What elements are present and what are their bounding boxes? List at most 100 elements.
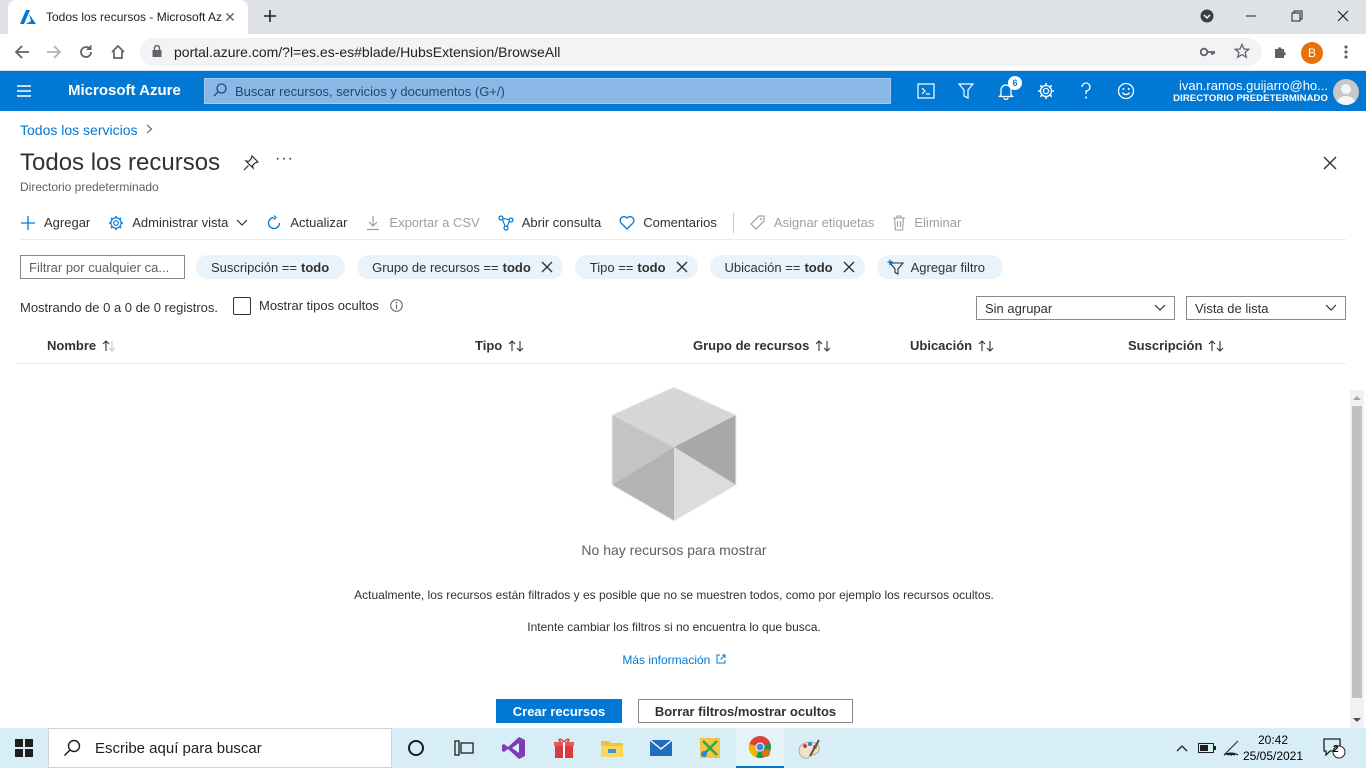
scrollbar-thumb[interactable] bbox=[1352, 406, 1362, 698]
key-icon[interactable] bbox=[1199, 45, 1216, 60]
filter-pill-subscription[interactable]: Suscripción == todo bbox=[196, 255, 346, 279]
column-header-location[interactable]: Ubicación bbox=[910, 338, 994, 353]
show-hidden-label[interactable]: Mostrar tipos ocultos bbox=[259, 298, 379, 313]
column-header-label: Nombre bbox=[47, 338, 97, 353]
restore-icon[interactable] bbox=[1274, 0, 1320, 32]
column-header-name[interactable]: Nombre bbox=[47, 338, 116, 353]
user-account[interactable]: ivan.ramos.guijarro@ho... DIRECTORIO PRE… bbox=[1160, 78, 1328, 104]
window-close-icon[interactable] bbox=[1320, 0, 1366, 32]
add-filter-icon bbox=[887, 259, 904, 275]
remove-filter-icon[interactable] bbox=[843, 261, 855, 273]
battery-icon[interactable] bbox=[1196, 728, 1218, 768]
breadcrumb-all-services[interactable]: Todos los servicios bbox=[20, 122, 138, 138]
tab-search-icon[interactable] bbox=[1184, 0, 1230, 32]
help-icon[interactable] bbox=[1074, 79, 1098, 103]
wifi-icon[interactable] bbox=[1220, 728, 1242, 768]
feedback-button[interactable]: Comentarios bbox=[619, 208, 717, 238]
chrome-icon[interactable] bbox=[736, 728, 784, 768]
profile-avatar[interactable]: B bbox=[1301, 42, 1323, 64]
notifications-bell-icon[interactable]: 6 bbox=[994, 76, 1022, 103]
visual-studio-icon[interactable] bbox=[490, 728, 538, 768]
browser-toolbar: portal.azure.com/?l=es.es-es#blade/HubsE… bbox=[0, 34, 1366, 71]
windows-start-icon[interactable] bbox=[0, 728, 48, 768]
forward-icon[interactable] bbox=[42, 40, 66, 64]
taskbar-search[interactable] bbox=[48, 728, 392, 768]
record-count: Mostrando de 0 a 0 de 0 registros. bbox=[20, 300, 219, 315]
column-header-subscription[interactable]: Suscripción bbox=[1128, 338, 1224, 353]
empty-cube-icon bbox=[611, 387, 737, 522]
reload-icon[interactable] bbox=[74, 40, 98, 64]
manage-view-button[interactable]: Administrar vista bbox=[108, 208, 248, 238]
pin-icon[interactable] bbox=[243, 154, 260, 174]
filter-location-value: todo bbox=[804, 259, 833, 275]
filter-input[interactable] bbox=[20, 255, 185, 279]
cortana-icon[interactable] bbox=[392, 728, 440, 768]
home-icon[interactable] bbox=[106, 40, 130, 64]
lock-icon[interactable] bbox=[152, 44, 162, 60]
tab-close-icon[interactable]: ✕ bbox=[222, 9, 238, 25]
assign-tags-button[interactable]: Asignar etiquetas bbox=[750, 208, 874, 238]
blade-close-icon[interactable] bbox=[1320, 153, 1340, 173]
refresh-button[interactable]: Actualizar bbox=[266, 208, 347, 238]
directory-filter-icon[interactable] bbox=[954, 79, 978, 103]
global-search-input[interactable] bbox=[235, 83, 835, 99]
task-view-icon[interactable] bbox=[440, 728, 488, 768]
tray-chevron-up-icon[interactable] bbox=[1172, 728, 1192, 768]
filter-pill-resource-group[interactable]: Grupo de recursos == todo bbox=[357, 255, 563, 279]
minimize-icon[interactable] bbox=[1228, 0, 1274, 32]
scroll-down-icon[interactable] bbox=[1350, 715, 1364, 725]
bookmark-star-icon[interactable] bbox=[1233, 42, 1251, 62]
mail-icon[interactable] bbox=[637, 728, 685, 768]
back-icon[interactable] bbox=[10, 40, 34, 64]
grouping-value: Sin agrupar bbox=[985, 300, 1053, 316]
user-name: ivan.ramos.guijarro@ho... bbox=[1178, 78, 1328, 93]
settings-gear-icon[interactable] bbox=[1034, 79, 1058, 103]
browser-tabstrip: Todos los recursos - Microsoft Azure ✕ bbox=[0, 0, 1366, 34]
export-csv-label: Exportar a CSV bbox=[389, 215, 480, 230]
feedback-smiley-icon[interactable] bbox=[1114, 79, 1138, 103]
filter-pill-location[interactable]: Ubicación == todo bbox=[709, 255, 865, 279]
taskbar-search-input[interactable] bbox=[95, 739, 375, 757]
external-link-icon bbox=[716, 654, 726, 664]
system-clock[interactable]: 20:42 25/05/2021 bbox=[1240, 732, 1306, 764]
grouping-dropdown[interactable]: Sin agrupar bbox=[976, 296, 1175, 320]
filter-pill-type[interactable]: Tipo == todo bbox=[574, 255, 698, 279]
delete-button[interactable]: Eliminar bbox=[892, 208, 961, 238]
heart-icon bbox=[619, 215, 635, 230]
column-header-resource-group[interactable]: Grupo de recursos bbox=[693, 338, 831, 353]
snip-tool-icon[interactable] bbox=[686, 728, 734, 768]
remove-filter-icon[interactable] bbox=[541, 261, 553, 273]
cloud-shell-icon[interactable] bbox=[914, 79, 938, 103]
notifications-badge: 6 bbox=[1008, 76, 1022, 90]
paint-icon[interactable] bbox=[785, 728, 833, 768]
portal-menu-icon[interactable] bbox=[16, 83, 32, 99]
add-filter-button[interactable]: Agregar filtro bbox=[876, 255, 1004, 279]
more-info-link[interactable]: Más información bbox=[0, 653, 1348, 667]
scroll-up-icon[interactable] bbox=[1350, 393, 1364, 403]
view-dropdown[interactable]: Vista de lista bbox=[1186, 296, 1346, 320]
info-icon[interactable] bbox=[390, 299, 403, 312]
new-tab-icon[interactable] bbox=[260, 6, 280, 26]
address-bar[interactable]: portal.azure.com/?l=es.es-es#blade/HubsE… bbox=[140, 38, 1262, 66]
show-hidden-checkbox[interactable] bbox=[233, 297, 251, 315]
vertical-scrollbar[interactable] bbox=[1350, 390, 1364, 728]
action-center-icon[interactable]: 2 bbox=[1318, 728, 1350, 768]
remove-filter-icon[interactable] bbox=[676, 261, 688, 273]
browser-tab[interactable]: Todos los recursos - Microsoft Azure ✕ bbox=[8, 0, 248, 34]
azure-brand[interactable]: Microsoft Azure bbox=[68, 82, 181, 99]
user-avatar-icon[interactable] bbox=[1333, 79, 1359, 105]
export-csv-button[interactable]: Exportar a CSV bbox=[365, 208, 480, 238]
list-options-row: Mostrando de 0 a 0 de 0 registros. Mostr… bbox=[20, 296, 1346, 320]
open-query-button[interactable]: Abrir consulta bbox=[498, 208, 601, 238]
global-search[interactable] bbox=[204, 78, 891, 104]
create-resources-button[interactable]: Crear recursos bbox=[496, 699, 622, 723]
gift-app-icon[interactable] bbox=[540, 728, 588, 768]
browser-menu-icon[interactable] bbox=[1334, 40, 1358, 64]
add-button[interactable]: Agregar bbox=[20, 208, 90, 238]
extensions-icon[interactable] bbox=[1268, 40, 1292, 64]
command-bar: Agregar Administrar vista Actualizar Exp… bbox=[20, 206, 1346, 240]
column-header-type[interactable]: Tipo bbox=[475, 338, 524, 353]
clear-filters-button[interactable]: Borrar filtros/mostrar ocultos bbox=[638, 699, 853, 723]
file-explorer-icon[interactable] bbox=[588, 728, 636, 768]
more-options-icon[interactable]: ··· bbox=[275, 150, 294, 168]
